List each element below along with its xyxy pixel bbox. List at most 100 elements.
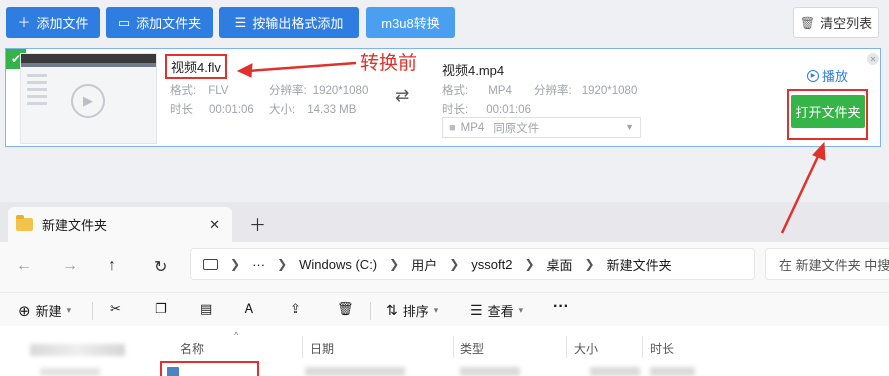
new-button[interactable]: ⊕ 新建 ▾ (18, 301, 71, 320)
breadcrumb[interactable]: ❯ ··· ❯ Windows (C:) ❯ 用户 ❯ yssoft2 ❯ 桌面… (190, 248, 755, 280)
table-row-duration (650, 367, 695, 376)
source-format-value: FLV (208, 85, 229, 97)
column-header-name[interactable]: 名称 (180, 340, 204, 357)
breadcrumb-item-user[interactable]: yssoft2 (471, 257, 512, 272)
nav-pane-item[interactable] (40, 368, 100, 376)
video-thumbnail[interactable]: ▶ (20, 53, 157, 144)
table-row-size (590, 367, 640, 376)
source-format: 格式: FLV (170, 82, 228, 98)
plus-icon: ＋ (17, 15, 31, 30)
breadcrumb-item-drive[interactable]: Windows (C:) (299, 257, 377, 272)
column-divider (566, 336, 567, 358)
source-filename: 视频4.flv (165, 54, 227, 79)
source-duration: 时长 00:01:06 (170, 101, 254, 117)
share-icon[interactable]: ⇪ (290, 301, 301, 317)
rename-icon[interactable]: Ꭺ (245, 301, 254, 317)
column-divider (642, 336, 643, 358)
breadcrumb-item-folder[interactable]: 新建文件夹 (607, 255, 672, 274)
column-divider (302, 336, 303, 358)
chevron-right-icon: ❯ (230, 257, 241, 271)
chevron-down-icon: ▼ (625, 122, 634, 132)
play-link[interactable]: ▶ 播放 (807, 66, 848, 85)
column-header-size[interactable]: 大小 (574, 340, 598, 357)
tab-new-folder[interactable]: 新建文件夹 ✕ (8, 207, 232, 242)
view-button[interactable]: ☰ 查看 ▾ (470, 301, 523, 320)
sort-button[interactable]: ⇅ 排序 ▾ (386, 301, 438, 320)
source-resolution-label: 分辨率: (269, 85, 307, 97)
file-explorer-window: 新建文件夹 ✕ ＋ ← → ↑ ↻ ❯ ··· ❯ Windows (C:) ❯… (0, 202, 889, 376)
chevron-right-icon: ❯ (449, 257, 460, 271)
column-header-type[interactable]: 类型 (460, 340, 484, 357)
column-header-date[interactable]: 日期 (310, 340, 334, 357)
m3u8-label: m3u8转换 (381, 16, 440, 31)
m3u8-convert-button[interactable]: m3u8转换 (366, 7, 455, 38)
plus-circle-icon: ⊕ (18, 302, 31, 320)
play-circle-icon: ▶ (71, 84, 105, 118)
target-format-label: 格式: (442, 85, 469, 97)
view-icon: ☰ (470, 302, 483, 318)
nav-pane-item[interactable] (30, 344, 125, 356)
refresh-icon[interactable]: ↻ (154, 257, 167, 277)
list-icon: ☰ (234, 15, 247, 30)
target-duration-label: 时长: (442, 104, 469, 116)
chevron-right-icon: ❯ (524, 257, 535, 271)
sort-caret-icon: ^ (234, 330, 239, 340)
source-size-label: 大小: (269, 104, 296, 116)
sort-icon: ⇅ (386, 302, 398, 318)
copy-icon[interactable]: ❐ (155, 301, 167, 317)
back-arrow-icon[interactable]: ← (16, 257, 32, 275)
thumbnail-lines (27, 74, 47, 129)
table-row-date (305, 367, 405, 376)
up-arrow-icon[interactable]: ↑ (108, 257, 116, 275)
add-folder-button[interactable]: ▭ 添加文件夹 (106, 7, 213, 38)
chevron-down-icon: ▾ (433, 305, 439, 315)
column-header-duration[interactable]: 时长 (650, 340, 674, 357)
chevron-down-icon: ▾ (518, 305, 524, 315)
add-by-format-button[interactable]: ☰ 按输出格式添加 (219, 7, 359, 38)
play-label: 播放 (822, 69, 849, 84)
source-duration-value: 00:01:06 (209, 104, 254, 116)
delete-icon[interactable]: 🗑 (337, 301, 354, 317)
computer-icon (203, 258, 218, 270)
video-camera-icon: ■ (449, 121, 456, 134)
source-resolution: 分辨率: 1920*1080 (269, 82, 368, 98)
search-placeholder: 在 新建文件夹 中搜 (779, 257, 889, 273)
sort-label: 排序 (402, 304, 429, 319)
cut-icon[interactable]: ✂ (110, 301, 121, 317)
address-bar-row: ← → ↑ ↻ ❯ ··· ❯ Windows (C:) ❯ 用户 ❯ ysso… (0, 242, 889, 292)
clear-list-button[interactable]: 🗑 清空列表 (793, 7, 879, 38)
search-input[interactable]: 在 新建文件夹 中搜 (765, 248, 889, 280)
remove-file-icon[interactable]: ✕ (867, 53, 879, 65)
add-file-button[interactable]: ＋ 添加文件 (6, 7, 100, 38)
output-format-value: MP4 (460, 121, 485, 134)
breadcrumb-item-desktop[interactable]: 桌面 (547, 255, 573, 274)
chevron-right-icon: ❯ (389, 257, 400, 271)
folder-icon: ▭ (117, 15, 131, 30)
breadcrumb-more[interactable]: ··· (252, 257, 265, 272)
tab-title: 新建文件夹 (42, 218, 108, 233)
paste-icon[interactable]: ▤ (200, 301, 212, 317)
output-format-select[interactable]: ■ MP4 同原文件 ▼ (442, 117, 641, 138)
breadcrumb-item-users[interactable]: 用户 (411, 255, 437, 274)
new-tab-icon[interactable]: ＋ (249, 211, 266, 236)
source-size-value: 14.33 MB (307, 104, 357, 116)
source-resolution-value: 1920*1080 (312, 85, 369, 97)
add-by-format-label: 按输出格式添加 (252, 16, 344, 31)
view-label: 查看 (487, 304, 514, 319)
source-duration-label: 时长 (170, 104, 193, 116)
source-format-label: 格式: (170, 85, 197, 97)
thumbnail-titlebar (21, 54, 156, 63)
folder-icon (16, 215, 33, 231)
more-options-icon[interactable]: ··· (553, 298, 569, 316)
table-row-highlighted[interactable] (160, 361, 259, 376)
divider (370, 302, 371, 320)
command-bar: ⊕ 新建 ▾ ✂ ❐ ▤ Ꭺ ⇪ 🗑 ⇅ 排序 ▾ ☰ 查看 ▾ ··· (0, 292, 889, 326)
target-resolution-value: 1920*1080 (581, 85, 638, 97)
target-resolution-label: 分辨率: (534, 85, 572, 97)
close-tab-icon[interactable]: ✕ (209, 217, 220, 233)
target-resolution: 分辨率: 1920*1080 (534, 82, 637, 98)
output-quality-value: 同原文件 (493, 122, 540, 135)
open-folder-button[interactable]: 打开文件夹 (791, 95, 865, 128)
forward-arrow-icon[interactable]: → (62, 257, 78, 275)
new-label: 新建 (35, 304, 62, 319)
